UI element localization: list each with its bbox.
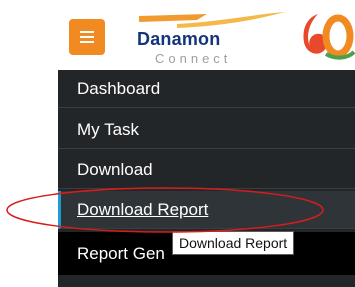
brand-name: Danamon: [137, 29, 221, 49]
sidebar-item-label: Download Report: [77, 199, 209, 219]
tooltip: Download Report: [172, 231, 295, 255]
sidebar-item-label: Dashboard: [77, 78, 161, 98]
sidebar-item-my-task[interactable]: My Task: [58, 111, 355, 149]
sidebar-item-label: My Task: [77, 119, 140, 139]
brand-subtitle: Connect: [155, 51, 232, 66]
sidebar-item-download[interactable]: Download: [58, 151, 355, 189]
sidebar-item-label: Report Gen: [77, 243, 165, 263]
anniversary-logo: [303, 14, 355, 60]
menu-toggle-button[interactable]: [69, 19, 105, 55]
hamburger-icon: [80, 31, 94, 43]
sidebar-item-dashboard[interactable]: Dashboard: [58, 70, 355, 108]
sidebar-item-download-report[interactable]: Download Report: [58, 191, 355, 229]
sidebar-item-label: Download: [77, 159, 153, 179]
top-bar: Danamon Connect: [0, 0, 355, 70]
